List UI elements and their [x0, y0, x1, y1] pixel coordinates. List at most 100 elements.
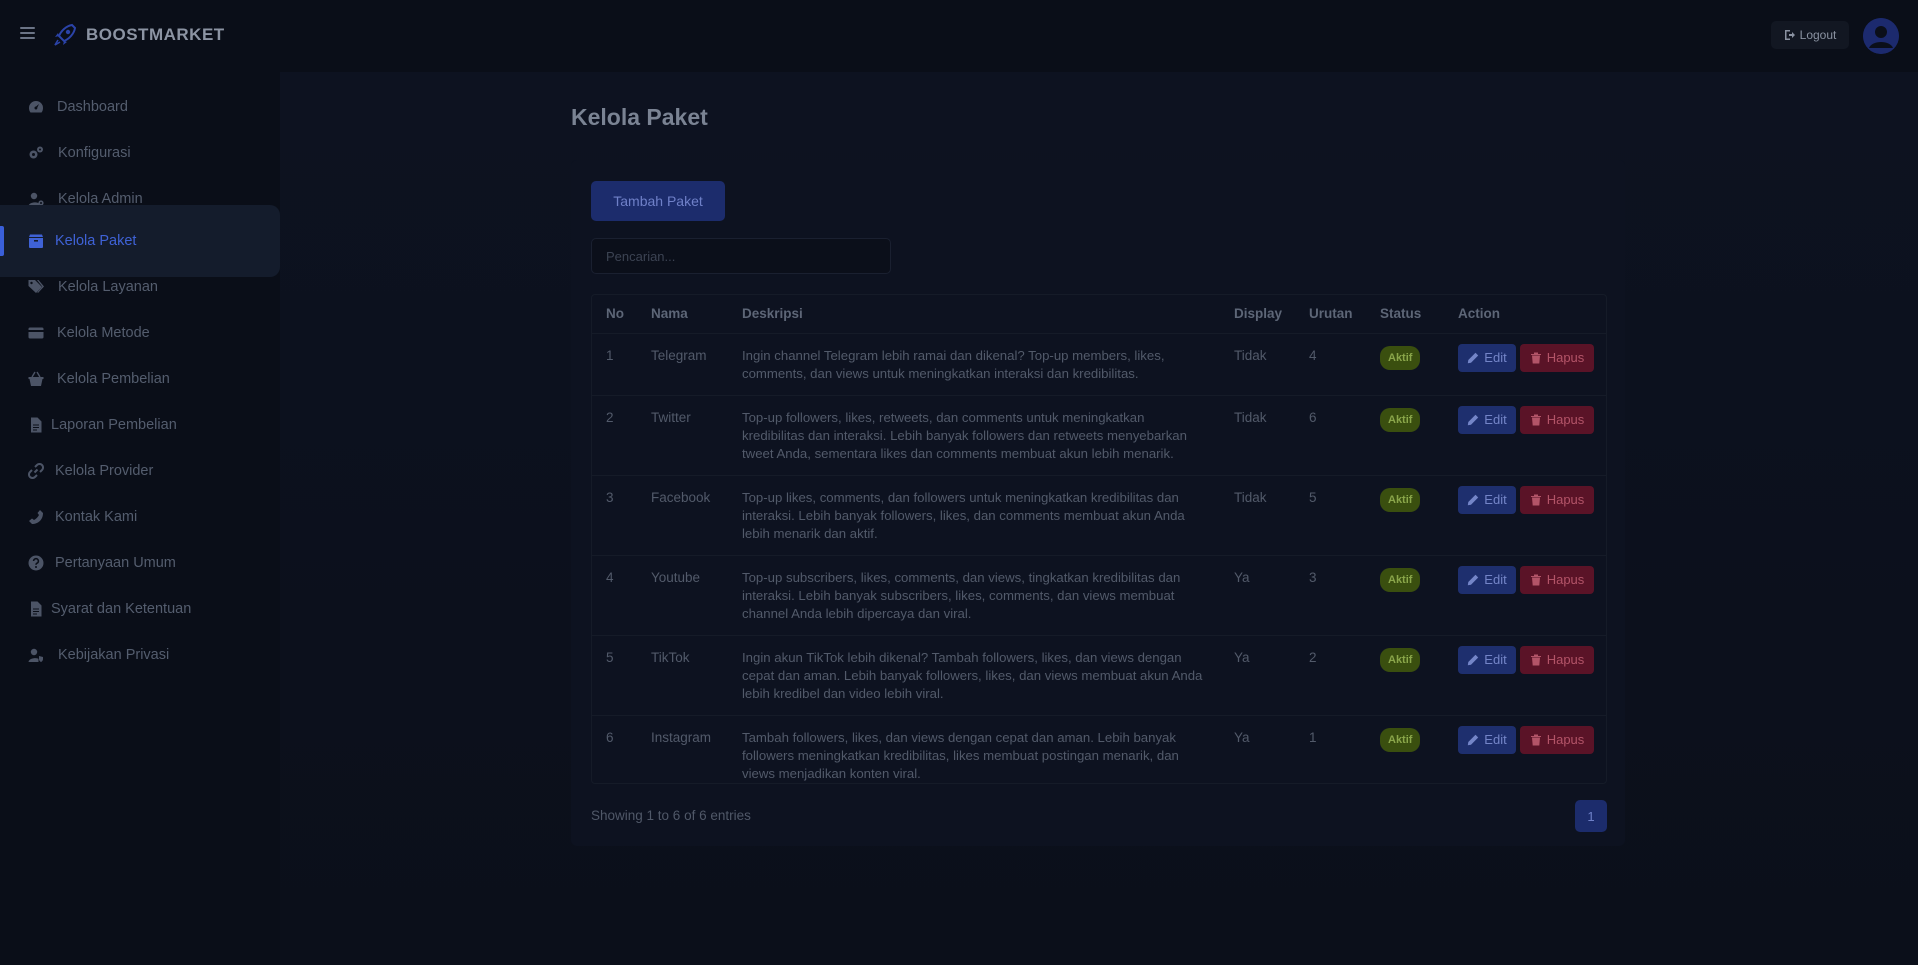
edit-button[interactable]: Edit [1458, 645, 1516, 674]
column-header-status[interactable]: Status [1366, 295, 1444, 334]
cell-nama: TikTok [637, 635, 728, 716]
sidebar-item-label: Kontak Kami [55, 509, 138, 525]
delete-label: Hapus [1546, 571, 1585, 587]
cell-urutan: 4 [1295, 333, 1366, 396]
sidebar-item-label: Dashboard [57, 99, 128, 115]
add-package-button[interactable]: Tambah Paket [591, 181, 725, 221]
edit-button[interactable]: Edit [1458, 343, 1516, 372]
credit-card-icon [28, 325, 44, 341]
trash-icon [1530, 574, 1541, 585]
cell-nama: Facebook [637, 475, 728, 556]
logout-button[interactable]: Logout [1771, 21, 1849, 49]
pencil-icon [1468, 494, 1479, 505]
sidebar-item-syarat-dan-ketentuan[interactable]: Syarat dan Ketentuan [0, 586, 280, 632]
table-header-row: No Nama Deskripsi Display Urutan Status … [592, 295, 1606, 334]
pencil-icon [1468, 734, 1479, 745]
page-title: Kelola Paket [571, 104, 708, 130]
cell-display: Ya [1220, 635, 1295, 716]
delete-button[interactable]: Hapus [1520, 565, 1594, 594]
pagination-info: Showing 1 to 6 of 6 entries [591, 808, 751, 823]
cell-no: 1 [592, 333, 637, 396]
cell-nama: Telegram [637, 333, 728, 396]
user-avatar[interactable] [1863, 18, 1899, 54]
edit-label: Edit [1484, 651, 1507, 667]
brand-name: BOOSTMARKET [86, 25, 225, 44]
trash-icon [1530, 734, 1541, 745]
sign-out-icon [1784, 30, 1795, 40]
gauge-icon [28, 99, 44, 115]
sidebar-item-kelola-layanan[interactable]: Kelola Layanan [0, 264, 280, 310]
cell-display: Tidak [1220, 475, 1295, 556]
file-icon [28, 601, 44, 617]
sidebar-item-laporan-pembelian[interactable]: Laporan Pembelian [0, 402, 280, 448]
cell-display: Ya [1234, 729, 1250, 745]
user-shield-icon [28, 647, 44, 663]
sidebar-item-konfigurasi[interactable]: Konfigurasi [0, 130, 280, 176]
sidebar-item-dashboard[interactable]: Dashboard [0, 84, 280, 130]
trash-icon [1530, 414, 1541, 425]
cell-display: Ya [1220, 555, 1295, 636]
question-icon [28, 555, 44, 571]
column-header-deskripsi[interactable]: Deskripsi [728, 295, 1220, 334]
brand[interactable]: BOOSTMARKET [52, 22, 225, 48]
status-badge: Aktif [1380, 487, 1421, 512]
pencil-icon [1468, 574, 1479, 585]
pagination-page-button[interactable]: 1 [1575, 800, 1607, 832]
trash-icon [1530, 494, 1541, 505]
cell-urutan: 5 [1295, 475, 1366, 556]
status-badge: Aktif [1380, 567, 1421, 592]
cell-nama: Youtube [637, 555, 728, 636]
column-header-nama[interactable]: Nama [637, 295, 728, 334]
column-header-urutan[interactable]: Urutan [1295, 295, 1366, 334]
edit-button[interactable]: Edit [1458, 565, 1516, 594]
edit-label: Edit [1484, 411, 1507, 427]
sidebar-item-kontak-kami[interactable]: Kontak Kami [0, 494, 280, 540]
cell-no: 3 [592, 475, 637, 556]
table-row: 4 Youtube Top-up subscribers, likes, com… [592, 555, 1606, 636]
status-badge: Aktif [1380, 647, 1421, 672]
trash-icon [1530, 654, 1541, 665]
delete-button[interactable]: Hapus [1520, 405, 1594, 434]
edit-label: Edit [1484, 491, 1507, 507]
hamburger-menu-icon[interactable] [20, 27, 35, 39]
delete-button[interactable]: Hapus [1520, 343, 1594, 372]
sidebar-item-label: Kelola Layanan [58, 279, 158, 295]
sidebar-item-kelola-provider[interactable]: Kelola Provider [0, 448, 280, 494]
edit-button[interactable]: Edit [1458, 725, 1516, 754]
gears-icon [28, 145, 44, 161]
sidebar: Dashboard Konfigurasi Kelola Admin Kelol… [0, 72, 280, 965]
delete-label: Hapus [1546, 651, 1585, 667]
cell-nama: Instagram [651, 729, 712, 745]
cell-deskripsi: Ingin akun TikTok lebih dikenal? Tambah … [742, 649, 1203, 701]
basket-icon [28, 371, 44, 387]
tags-icon [28, 279, 44, 295]
edit-label: Edit [1484, 349, 1507, 365]
top-bar: BOOSTMARKET Logout [0, 0, 1918, 72]
search-input[interactable] [591, 238, 891, 274]
delete-label: Hapus [1546, 491, 1585, 507]
sidebar-item-kebijakan-privasi[interactable]: Kebijakan Privasi [0, 632, 280, 678]
pencil-icon [1468, 352, 1479, 363]
edit-button[interactable]: Edit [1458, 485, 1516, 514]
column-header-display[interactable]: Display [1220, 295, 1295, 334]
edit-button[interactable]: Edit [1458, 405, 1516, 434]
delete-button[interactable]: Hapus [1520, 485, 1594, 514]
delete-label: Hapus [1546, 411, 1585, 427]
delete-label: Hapus [1546, 731, 1585, 747]
delete-button[interactable]: Hapus [1520, 645, 1594, 674]
cell-nama: Twitter [637, 395, 728, 476]
sidebar-item-kelola-pembelian[interactable]: Kelola Pembelian [0, 356, 280, 402]
edit-label: Edit [1484, 731, 1507, 747]
cell-no: 5 [592, 635, 637, 716]
column-header-no[interactable]: No [592, 295, 637, 334]
sidebar-item-label: Syarat dan Ketentuan [51, 601, 192, 617]
phone-icon [28, 509, 44, 525]
table-row: 3 Facebook Top-up likes, comments, dan f… [592, 475, 1606, 556]
logout-label: Logout [1799, 28, 1837, 42]
sidebar-item-kelola-metode[interactable]: Kelola Metode [0, 310, 280, 356]
cell-deskripsi: Tambah followers, likes, dan views denga… [742, 729, 1179, 781]
sidebar-item-pertanyaan-umum[interactable]: Pertanyaan Umum [0, 540, 280, 586]
delete-button[interactable]: Hapus [1520, 725, 1594, 754]
trash-icon [1530, 352, 1541, 363]
packages-table: No Nama Deskripsi Display Urutan Status … [591, 294, 1607, 784]
